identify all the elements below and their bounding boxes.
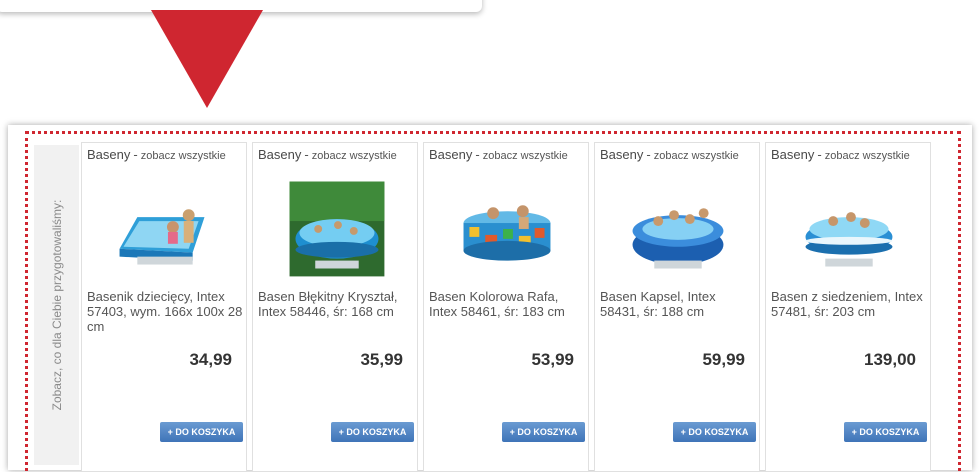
category-link[interactable]: Baseny [87, 147, 130, 162]
product-price: 34,99 [189, 350, 232, 369]
product-card: Baseny - zobacz wszystkie Basen Kapsel, In… [594, 142, 760, 472]
product-name[interactable]: Basen Kolorowa Rafa, Intex 58461, śr: 18… [429, 289, 587, 319]
see-all-link[interactable]: zobacz wszystkie [825, 150, 910, 162]
product-price: 53,99 [531, 350, 574, 369]
see-all-link[interactable]: zobacz wszystkie [141, 150, 226, 162]
category-link[interactable]: Baseny [258, 147, 301, 162]
product-card: Baseny - zobacz wszystkie Basen Błękitny K… [252, 142, 418, 472]
product-name[interactable]: Basen z siedzeniem, Intex 57481, śr: 203… [771, 289, 929, 319]
product-card: Baseny - zobacz wszystkie Basenik dziecięc… [81, 142, 247, 472]
card-category: Baseny - zobacz wszystkie [429, 147, 568, 162]
sidebar-label: Zobacz, co dla Ciebie przygotowaliśmy: [49, 199, 64, 411]
product-card: Baseny - zobacz wszystkie Basen z siedzeni… [765, 142, 931, 472]
product-name[interactable]: Basen Kapsel, Intex 58431, śr: 188 cm [600, 289, 758, 319]
product-name[interactable]: Basenik dziecięcy, Intex 57403, wym. 166… [87, 289, 245, 334]
add-to-cart-button[interactable]: + DO KOSZYKA [502, 422, 585, 442]
pool-with-seat-image[interactable] [766, 175, 930, 279]
reef-pattern-pool-image[interactable] [424, 175, 588, 279]
product-price: 35,99 [360, 350, 403, 369]
product-price: 139,00 [864, 350, 916, 369]
round-pool-on-grass-image[interactable] [253, 175, 417, 279]
card-category: Baseny - zobacz wszystkie [87, 147, 226, 162]
add-to-cart-button[interactable]: + DO KOSZYKA [331, 422, 414, 442]
add-to-cart-button[interactable]: + DO KOSZYKA [673, 422, 756, 442]
card-category: Baseny - zobacz wszystkie [258, 147, 397, 162]
add-to-cart-button[interactable]: + DO KOSZYKA [160, 422, 243, 442]
see-all-link[interactable]: zobacz wszystkie [654, 150, 739, 162]
product-name[interactable]: Basen Błękitny Kryształ, Intex 58446, śr… [258, 289, 416, 319]
category-link[interactable]: Baseny [600, 147, 643, 162]
rectangular-pool-image[interactable] [82, 175, 246, 279]
add-to-cart-button[interactable]: + DO KOSZYKA [844, 422, 927, 442]
down-arrow-icon [151, 10, 263, 108]
bottle-cap-pool-image[interactable] [595, 175, 759, 279]
sidebar-label-box: Zobacz, co dla Ciebie przygotowaliśmy: [34, 145, 79, 465]
product-price: 59,99 [702, 350, 745, 369]
card-category: Baseny - zobacz wszystkie [771, 147, 910, 162]
category-link[interactable]: Baseny [429, 147, 472, 162]
card-category: Baseny - zobacz wszystkie [600, 147, 739, 162]
see-all-link[interactable]: zobacz wszystkie [483, 150, 568, 162]
category-link[interactable]: Baseny [771, 147, 814, 162]
see-all-link[interactable]: zobacz wszystkie [312, 150, 397, 162]
product-card: Baseny - zobacz wszystkie Basen Kolorowa R… [423, 142, 589, 472]
